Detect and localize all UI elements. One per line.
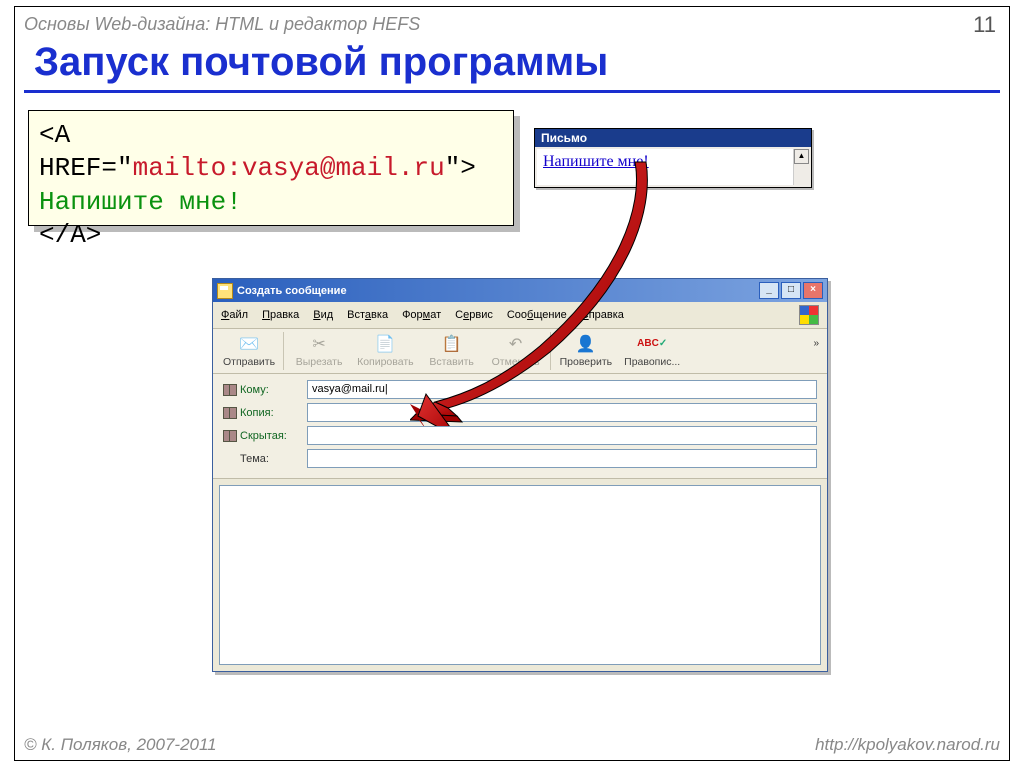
- code-tag-open-post: ">: [445, 153, 476, 183]
- bcc-label[interactable]: Скрытая:: [223, 430, 299, 442]
- spelling-button[interactable]: ABC✓ Правопис...: [618, 332, 686, 370]
- preview-mailto-link[interactable]: Напишите мне!: [543, 153, 649, 170]
- maximize-button[interactable]: □: [781, 282, 801, 299]
- to-field[interactable]: vasya@mail.ru|: [307, 380, 817, 399]
- copy-label: Копировать: [357, 356, 414, 368]
- undo-label: Отменить: [492, 356, 540, 368]
- code-box: <A HREF="mailto:vasya@mail.ru"> Напишите…: [28, 110, 514, 226]
- preview-body: Напишите мне! ▲: [537, 149, 809, 185]
- mail-client-window: Создать сообщение _ □ × ФФайлайл Правка …: [212, 278, 828, 672]
- menu-view[interactable]: Вид: [313, 309, 333, 321]
- cc-label[interactable]: Копия:: [223, 407, 299, 419]
- slide-header: Основы Web-дизайна: HTML и редактор HEFS: [24, 14, 420, 35]
- send-label: Отправить: [223, 356, 275, 368]
- code-href-value: mailto:vasya@mail.ru: [133, 153, 445, 183]
- address-book-icon: [223, 384, 237, 396]
- menu-format[interactable]: Формат: [402, 309, 441, 321]
- minimize-button[interactable]: _: [759, 282, 779, 299]
- page-number: 11: [973, 12, 996, 38]
- menu-help[interactable]: Справка: [581, 309, 624, 321]
- window-buttons: _ □ ×: [759, 282, 823, 299]
- preview-scrollbar[interactable]: ▲: [793, 149, 809, 185]
- paste-button[interactable]: 📋 Вставить: [420, 332, 484, 370]
- menu-message[interactable]: Сообщение: [507, 309, 567, 321]
- address-book-icon: [223, 430, 237, 442]
- clipboard-icon: 📋: [440, 334, 464, 354]
- menu-tools[interactable]: Сервис: [455, 309, 493, 321]
- check-button[interactable]: 👤 Проверить: [554, 332, 619, 370]
- cut-button[interactable]: ✂ Вырезать: [287, 332, 351, 370]
- menu-insert[interactable]: Вставка: [347, 309, 388, 321]
- check-label: Проверить: [560, 356, 613, 368]
- windows-logo-icon: [799, 305, 819, 325]
- spelling-label: Правопис...: [624, 356, 680, 368]
- envelope-icon: ✉️: [237, 334, 261, 354]
- mail-toolbar: ✉️ Отправить ✂ Вырезать 📄 Копировать 📋 В…: [213, 329, 827, 374]
- undo-button[interactable]: ↶ Отменить: [484, 332, 551, 370]
- mail-window-title: Создать сообщение: [237, 285, 347, 297]
- toolbar-overflow-icon[interactable]: »: [811, 332, 823, 370]
- footer-url: http://kpolyakov.narod.ru: [815, 735, 1000, 755]
- subject-field[interactable]: [307, 449, 817, 468]
- bcc-field[interactable]: [307, 426, 817, 445]
- close-button[interactable]: ×: [803, 282, 823, 299]
- menu-edit[interactable]: Правка: [262, 309, 299, 321]
- to-label[interactable]: Кому:: [223, 384, 299, 396]
- slide-title: Запуск почтовой программы: [34, 40, 608, 85]
- scissors-icon: ✂: [307, 334, 331, 354]
- code-tag-close: </A>: [39, 220, 101, 250]
- scroll-up-icon[interactable]: ▲: [794, 149, 809, 164]
- browser-preview: Письмо Напишите мне! ▲: [534, 128, 812, 188]
- code-tag-open-pre: <A HREF=": [39, 120, 133, 183]
- address-book-icon: [223, 407, 237, 419]
- preview-titlebar: Письмо: [535, 129, 811, 147]
- cc-field[interactable]: [307, 403, 817, 422]
- mail-app-icon: [217, 283, 233, 299]
- title-underline: [24, 90, 1000, 93]
- send-button[interactable]: ✉️ Отправить: [217, 332, 284, 370]
- subject-label: Тема:: [223, 453, 299, 465]
- mail-titlebar: Создать сообщение _ □ ×: [213, 279, 827, 302]
- paste-label: Вставить: [429, 356, 474, 368]
- code-link-text: Напишите мне!: [39, 187, 242, 217]
- undo-icon: ↶: [504, 334, 528, 354]
- cut-label: Вырезать: [296, 356, 343, 368]
- menu-file[interactable]: ФФайлайл: [221, 309, 248, 321]
- abc-check-icon: ABC✓: [640, 334, 664, 354]
- mail-body-editor[interactable]: [219, 485, 821, 665]
- footer-copyright: © К. Поляков, 2007-2011: [24, 735, 217, 755]
- copy-icon: 📄: [373, 334, 397, 354]
- copy-button[interactable]: 📄 Копировать: [351, 332, 420, 370]
- person-check-icon: 👤: [574, 334, 598, 354]
- address-block: Кому: vasya@mail.ru| Копия: Скрытая: Тем…: [213, 374, 827, 479]
- mail-menubar: ФФайлайл Правка Вид Вставка Формат Серви…: [213, 302, 827, 329]
